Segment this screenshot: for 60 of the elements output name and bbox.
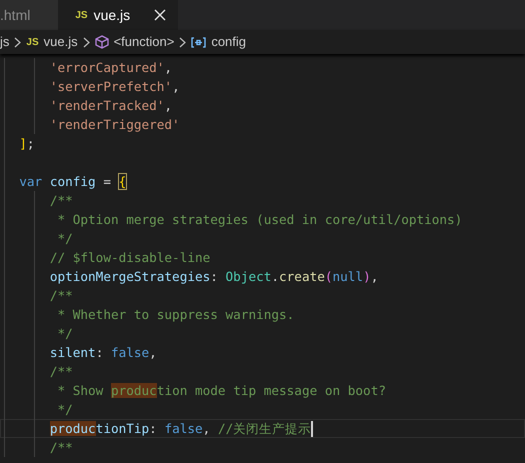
code-comment: /** bbox=[50, 440, 73, 455]
code-token: , bbox=[172, 79, 180, 94]
code-token: ( bbox=[324, 269, 333, 284]
code-comment: */ bbox=[57, 231, 73, 246]
code-token: , bbox=[164, 60, 172, 75]
text-cursor bbox=[311, 421, 314, 438]
variable-icon bbox=[191, 36, 206, 48]
code-token: ; bbox=[26, 136, 35, 151]
code-token: : bbox=[210, 269, 219, 284]
code-token: Object bbox=[226, 269, 272, 284]
code-token: , bbox=[202, 421, 212, 436]
code-token: { bbox=[118, 174, 126, 189]
code-comment: * Option merge strategies (used in core/util/options) bbox=[57, 212, 462, 227]
code-token: 'serverPrefetch' bbox=[50, 79, 172, 94]
breadcrumb-item[interactable]: vue.js bbox=[44, 32, 78, 52]
chevron-right-icon bbox=[179, 36, 186, 48]
close-icon[interactable] bbox=[154, 9, 166, 21]
code-token: optionMergeStrategies bbox=[50, 269, 210, 284]
code-token: var bbox=[19, 174, 44, 189]
chevron-right-icon bbox=[14, 36, 22, 48]
breadcrumb-item[interactable]: js bbox=[0, 32, 10, 52]
code-comment: /** bbox=[50, 288, 73, 303]
code-comment: // $flow-disable-line bbox=[50, 250, 210, 265]
code-comment: produc bbox=[110, 383, 157, 398]
code-token: 'errorCaptured' bbox=[50, 60, 164, 75]
breadcrumb-item[interactable]: config bbox=[211, 32, 246, 52]
code-token: 'renderTracked' bbox=[50, 98, 164, 113]
code-token: create bbox=[279, 269, 325, 284]
editor-tab[interactable]: .html bbox=[0, 0, 58, 30]
code-comment: * Whether to suppress warnings. bbox=[57, 307, 294, 322]
code-comment: */ bbox=[57, 326, 73, 341]
code-token: , bbox=[149, 345, 157, 360]
code-token: config bbox=[50, 174, 97, 189]
code-comment: /** bbox=[50, 193, 73, 208]
js-file-icon: JS bbox=[75, 8, 88, 22]
code-token: , bbox=[370, 269, 378, 284]
code-token: ] bbox=[19, 136, 27, 151]
code-token: = bbox=[103, 174, 112, 189]
code-token: : bbox=[149, 421, 158, 436]
code-token: 'renderTriggered' bbox=[50, 117, 180, 132]
js-file-icon: JS bbox=[26, 34, 39, 50]
cube-icon bbox=[94, 35, 109, 49]
code-comment: /** bbox=[50, 364, 73, 379]
code-comment: */ bbox=[57, 402, 73, 417]
code-token: tionTip bbox=[96, 421, 150, 436]
code-token: false bbox=[164, 421, 203, 436]
code-comment: tion mode tip message on boot? bbox=[156, 383, 386, 398]
editor-tab[interactable]: JS vue.js bbox=[58, 0, 178, 30]
code-token: . bbox=[271, 269, 280, 284]
chevron-right-icon bbox=[82, 36, 90, 48]
code-token: false bbox=[110, 345, 150, 360]
code-token: , bbox=[164, 98, 172, 113]
code-token: produc bbox=[50, 421, 96, 436]
code-token: ) bbox=[363, 269, 371, 284]
code-token: null bbox=[332, 269, 364, 284]
code-token: : bbox=[96, 345, 104, 360]
code-comment: * Show bbox=[57, 383, 104, 398]
breadcrumb-item[interactable]: <function> bbox=[114, 32, 174, 52]
code-token: silent bbox=[50, 345, 96, 360]
code-comment: //关闭生产提示 bbox=[218, 421, 312, 436]
